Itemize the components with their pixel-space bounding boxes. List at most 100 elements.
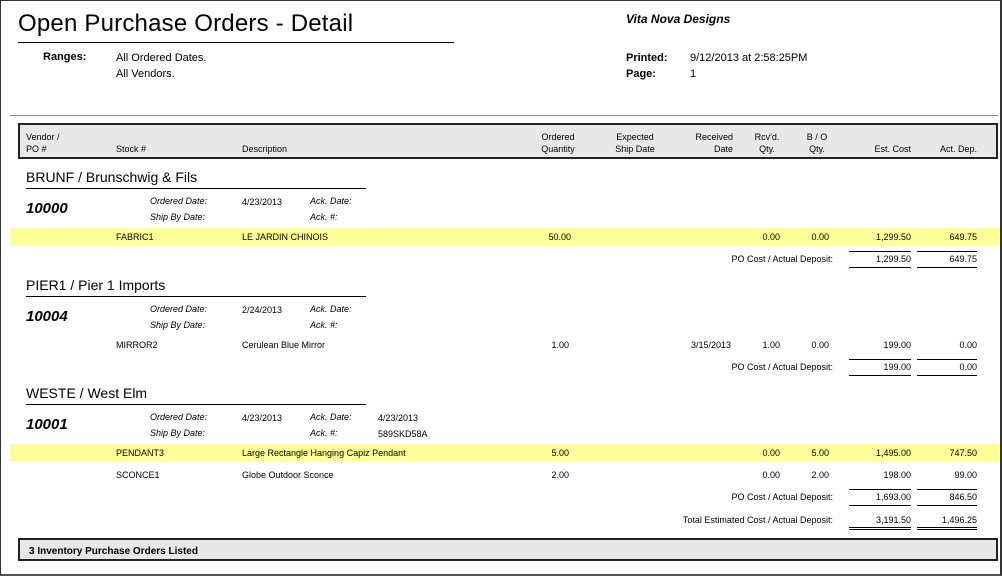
line-est-cost: 198.00: [883, 470, 911, 480]
line-act-dep: 99.00: [954, 470, 977, 480]
po-dep-rule: [917, 489, 977, 490]
col-bo-qty-label: Qty.: [809, 144, 825, 154]
po-cost-value: 199.00: [883, 362, 911, 372]
po-cost-rule: [849, 489, 911, 490]
total-act-dep: 1,496.25: [941, 515, 977, 525]
po-dep-underline: [917, 505, 977, 506]
line-description: Large Rectangle Hanging Capiz Pendant: [242, 448, 406, 458]
title-underline: [18, 42, 454, 43]
ship-by-date-label: Ship By Date:: [150, 212, 206, 222]
line-est-cost: 1,299.50: [875, 232, 911, 242]
line-stock: PENDANT3: [116, 448, 165, 458]
ship-by-date-label: Ship By Date:: [150, 320, 206, 330]
line-act-dep: 649.75: [949, 232, 977, 242]
page-label: Page:: [626, 68, 656, 80]
col-po-label: PO #: [26, 144, 47, 154]
line-rcvd-qty: 0.00: [762, 448, 780, 458]
po-dep-underline: [917, 375, 977, 376]
col-rcvd-qty: Rcv'd. Qty.: [745, 131, 789, 155]
col-received-date-label: Date: [713, 144, 733, 154]
footer-summary: 3 Inventory Purchase Orders Listed: [29, 546, 198, 557]
po-cost-rule: [849, 359, 911, 360]
total-label: Total Estimated Cost / Actual Deposit:: [682, 515, 833, 525]
line-stock: SCONCE1: [116, 470, 160, 480]
col-received-label: Received: [695, 132, 733, 142]
total-cost-double-rule: [849, 527, 911, 530]
line-ordered-qty: 5.00: [551, 448, 569, 458]
po-cost-label: PO Cost / Actual Deposit:: [731, 254, 833, 264]
po-dep-underline: [917, 267, 977, 268]
col-expected-ship: Expected Ship Date: [603, 131, 667, 155]
line-ordered-qty: 1.00: [551, 340, 569, 350]
col-act-dep: Act. Dep.: [939, 144, 977, 154]
po-cost-label: PO Cost / Actual Deposit:: [731, 362, 833, 372]
line-description: Cerulean Blue Mirror: [242, 340, 326, 350]
ship-by-date-label: Ship By Date:: [150, 428, 206, 438]
po-number: 10001: [26, 416, 68, 433]
vendor-underline: [26, 404, 366, 405]
col-stock: Stock #: [116, 144, 147, 154]
ack-date-label: Ack. Date:: [310, 304, 352, 314]
po-number: 10004: [26, 308, 68, 325]
line-bo-qty: 2.00: [811, 470, 829, 480]
col-received: Received Date: [677, 131, 733, 155]
report-title: Open Purchase Orders - Detail: [18, 10, 354, 37]
col-expected-label: Expected: [616, 132, 654, 142]
report-page: Open Purchase Orders - Detail Vita Nova …: [0, 0, 1002, 576]
col-bo-qty: B / O Qty.: [797, 131, 837, 155]
line-ordered-qty: 50.00: [548, 232, 571, 242]
line-act-dep: 0.00: [959, 340, 977, 350]
ordered-date-label: Ordered Date:: [150, 196, 208, 206]
po-cost-underline: [849, 267, 911, 268]
po-cost-label: PO Cost / Actual Deposit:: [731, 492, 833, 502]
po-dep-value: 846.50: [949, 492, 977, 502]
line-bo-qty: 0.00: [811, 340, 829, 350]
col-ordered-label: Ordered: [541, 132, 575, 142]
ordered-date-value: 2/24/2013: [242, 305, 283, 315]
ack-date-label: Ack. Date:: [310, 196, 352, 206]
po-dep-rule: [917, 359, 977, 360]
ack-date-value: 4/23/2013: [378, 413, 419, 423]
line-act-dep: 747.50: [949, 448, 977, 458]
line-est-cost: 1,495.00: [875, 448, 911, 458]
range-dates: All Ordered Dates.: [116, 52, 207, 64]
po-cost-value: 1,693.00: [875, 492, 911, 502]
col-rcvd-label: Rcv'd.: [754, 132, 780, 142]
ack-date-label: Ack. Date:: [310, 412, 352, 422]
ranges-label: Ranges:: [43, 51, 87, 63]
line-description: LE JARDIN CHINOIS: [242, 232, 329, 242]
line-rcvd-qty: 0.00: [762, 470, 780, 480]
line-stock: MIRROR2: [116, 340, 158, 350]
header-separator: [10, 115, 998, 116]
po-cost-underline: [849, 505, 911, 506]
ack-no-value: 589SKD58A: [378, 429, 428, 439]
po-cost-value: 1,299.50: [875, 254, 911, 264]
col-rcvd-qty-label: Qty.: [759, 144, 775, 154]
line-description: Globe Outdoor Sconce: [242, 470, 334, 480]
range-vendors: All Vendors.: [116, 68, 175, 80]
vendor-heading: WESTE / West Elm: [26, 385, 148, 401]
col-description: Description: [242, 144, 288, 154]
col-bo-label: B / O: [806, 132, 828, 142]
printed-label: Printed:: [626, 52, 668, 64]
ack-no-label: Ack. #:: [310, 320, 338, 330]
col-ordered-qty: Ordered Quantity: [528, 131, 588, 155]
line-est-cost: 199.00: [883, 340, 911, 350]
col-est-cost: Est. Cost: [874, 144, 911, 154]
line-rcvd-qty: 0.00: [762, 232, 780, 242]
col-quantity-label: Quantity: [541, 144, 575, 154]
vendor-underline: [26, 296, 366, 297]
po-dep-rule: [917, 251, 977, 252]
line-received: 3/15/2013: [690, 340, 731, 350]
vendor-heading: PIER1 / Pier 1 Imports: [26, 277, 166, 293]
company-name: Vita Nova Designs: [626, 12, 731, 26]
col-vendor-label: Vendor /: [26, 132, 60, 142]
printed-value: 9/12/2013 at 2:58:25PM: [690, 52, 808, 64]
total-dep-double-rule: [917, 527, 977, 530]
po-dep-value: 649.75: [949, 254, 977, 264]
ordered-date-label: Ordered Date:: [150, 412, 208, 422]
total-est-cost: 3,191.50: [875, 515, 911, 525]
ack-no-label: Ack. #:: [310, 212, 338, 222]
po-dep-value: 0.00: [959, 362, 977, 372]
line-bo-qty: 5.00: [811, 448, 829, 458]
